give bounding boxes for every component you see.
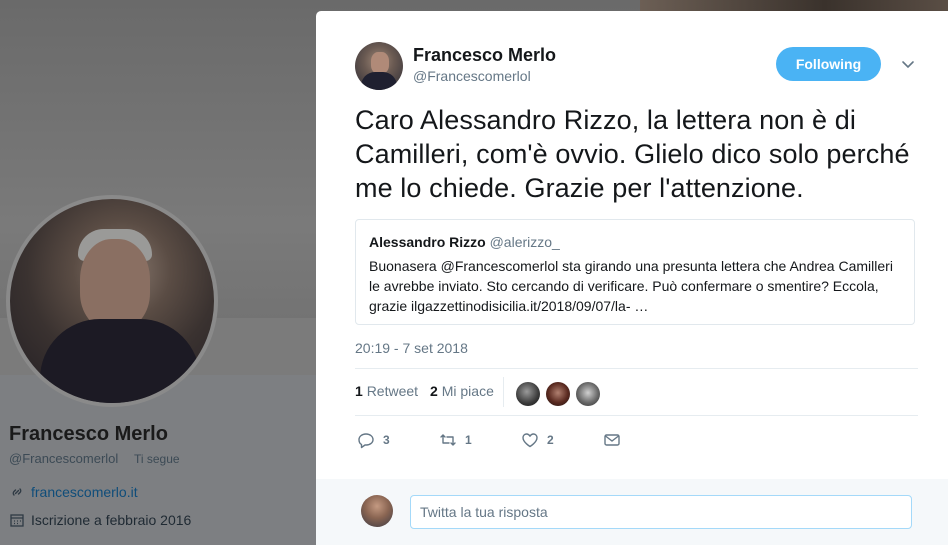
profile-website[interactable]: francescomerlo.it: [9, 484, 138, 500]
follows-you-badge: Ti segue: [134, 452, 180, 466]
author-handle[interactable]: @Francescomerlol: [413, 68, 531, 84]
stats-separator: [503, 377, 504, 407]
quoted-author-name: Alessandro Rizzo: [369, 234, 486, 250]
liker-avatar[interactable]: [576, 382, 600, 406]
following-button[interactable]: Following: [776, 47, 881, 81]
divider: [355, 368, 918, 369]
retweet-action[interactable]: 1: [439, 431, 521, 449]
reply-input[interactable]: [410, 495, 912, 529]
retweets-stat-count: 1: [355, 383, 363, 399]
envelope-icon: [604, 434, 620, 446]
current-user-avatar[interactable]: [361, 495, 393, 527]
chevron-down-icon[interactable]: [900, 59, 916, 71]
tweet-permalink-modal: Francesco Merlo @Francescomerlol Followi…: [316, 11, 948, 545]
profile-join-text: Iscrizione a febbraio 2016: [31, 512, 192, 528]
likers-avatars: [516, 382, 600, 406]
link-icon: [12, 488, 22, 496]
likes-stat-label: Mi piace: [441, 383, 494, 399]
reply-icon: [358, 433, 374, 449]
direct-message-action[interactable]: [603, 431, 621, 449]
profile-name[interactable]: Francesco Merlo: [9, 423, 168, 446]
like-action[interactable]: 2: [521, 431, 603, 449]
retweet-icon: [440, 434, 456, 446]
profile-website-text[interactable]: francescomerlo.it: [31, 484, 138, 500]
retweets-stat-label: Retweet: [366, 383, 419, 399]
author-name[interactable]: Francesco Merlo: [413, 45, 556, 66]
divider: [355, 415, 918, 416]
calendar-icon: [10, 514, 24, 527]
quoted-tweet[interactable]: Alessandro Rizzo @alerizzo_ Buonasera @F…: [355, 219, 915, 325]
profile-join-date: Iscrizione a febbraio 2016: [9, 512, 191, 528]
heart-icon: [522, 433, 538, 448]
author-avatar[interactable]: [355, 42, 403, 90]
reply-bar: [316, 479, 948, 545]
quoted-author-handle: @alerizzo_: [489, 234, 560, 250]
profile-avatar[interactable]: [6, 195, 218, 407]
retweet-count: 1: [465, 433, 472, 447]
retweets-stat[interactable]: 1 Retweet: [355, 383, 418, 399]
tweet-actions: 3 1 2: [357, 431, 621, 449]
like-count: 2: [547, 433, 554, 447]
tweet-text: Caro Alessandro Rizzo, la lettera non è …: [355, 105, 910, 203]
reply-action[interactable]: 3: [357, 431, 439, 449]
liker-avatar[interactable]: [516, 382, 540, 406]
profile-handle[interactable]: @Francescomerlol: [9, 451, 118, 466]
quoted-tweet-text: Buonasera @Francescomerlol sta girando u…: [369, 258, 893, 314]
likes-stat[interactable]: 2 Mi piace: [430, 383, 494, 399]
liker-avatar[interactable]: [546, 382, 570, 406]
reply-count: 3: [383, 433, 390, 447]
tweet-timestamp: 20:19 - 7 set 2018: [355, 340, 468, 356]
tweet-stats: 1 Retweet 2 Mi piace: [355, 383, 494, 399]
likes-stat-count: 2: [430, 383, 438, 399]
